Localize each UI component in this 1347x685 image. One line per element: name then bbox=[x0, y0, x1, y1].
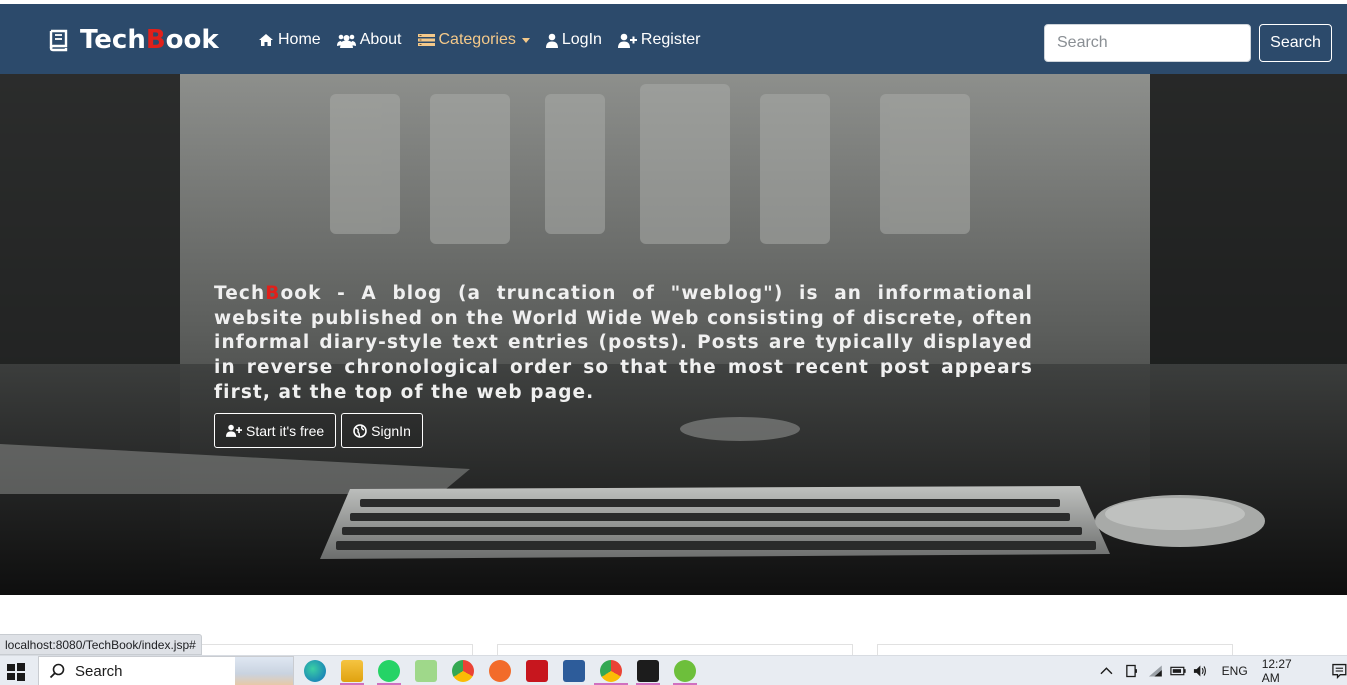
start-free-button[interactable]: Start it's free bbox=[214, 413, 337, 448]
user-icon bbox=[545, 33, 558, 48]
nav-categories-label: Categories bbox=[438, 31, 516, 48]
nav-register[interactable]: Register bbox=[617, 31, 701, 49]
brand-suffix: ook bbox=[165, 25, 219, 55]
globe-icon bbox=[353, 423, 367, 438]
search-input[interactable] bbox=[1044, 24, 1251, 62]
start-free-label: Start it's free bbox=[246, 422, 325, 439]
nav-home[interactable]: Home bbox=[258, 31, 321, 49]
nav-home-label: Home bbox=[278, 31, 321, 48]
notepad-icon[interactable] bbox=[415, 660, 437, 682]
chevron-up-icon[interactable] bbox=[1100, 666, 1113, 676]
brand-prefix: Tech bbox=[80, 25, 146, 55]
users-icon bbox=[336, 34, 356, 48]
chevron-down-icon bbox=[521, 37, 530, 43]
signin-label: SignIn bbox=[371, 422, 411, 439]
user-plus-icon bbox=[617, 33, 637, 48]
notifications-icon[interactable] bbox=[1332, 663, 1347, 679]
hero-text-prefix: Tech bbox=[214, 283, 266, 304]
hero-text-body: ook - A blog (a truncation of "weblog") … bbox=[214, 283, 1033, 403]
user-plus-icon bbox=[226, 424, 242, 437]
acrobat-icon[interactable] bbox=[526, 660, 548, 682]
terminal-icon[interactable] bbox=[637, 660, 659, 682]
hero-description: TechBook - A blog (a truncation of "webl… bbox=[214, 282, 1033, 406]
nav-categories[interactable]: Categories bbox=[417, 31, 530, 49]
app-icon[interactable] bbox=[674, 660, 696, 682]
chrome-active-icon[interactable] bbox=[600, 660, 622, 682]
brand-highlight: B bbox=[145, 25, 166, 55]
nav-login[interactable]: LogIn bbox=[545, 31, 602, 49]
search-button[interactable]: Search bbox=[1259, 24, 1332, 62]
clock[interactable]: 12:27 AM bbox=[1262, 657, 1309, 685]
window-icon[interactable] bbox=[563, 660, 585, 682]
taskbar-search-label: Search bbox=[75, 662, 123, 680]
hero-buttons: Start it's free SignIn bbox=[214, 413, 428, 448]
hero-text-highlight: B bbox=[265, 283, 281, 304]
wifi-icon[interactable] bbox=[1148, 664, 1163, 678]
nav-register-label: Register bbox=[640, 31, 701, 48]
windows-start-icon[interactable] bbox=[6, 662, 26, 682]
system-tray: ENG 12:27 AM bbox=[1100, 656, 1347, 685]
navbar: Tech Book Home About Categories LogIn Re… bbox=[0, 4, 1347, 74]
nav-menu: Home About Categories LogIn Register bbox=[258, 28, 717, 52]
volume-icon[interactable] bbox=[1193, 664, 1208, 678]
nav-about[interactable]: About bbox=[336, 31, 402, 49]
edge-icon[interactable] bbox=[304, 660, 326, 682]
device-icon[interactable] bbox=[1125, 663, 1138, 679]
search-highlight-image bbox=[235, 657, 293, 685]
nav-login-label: LogIn bbox=[561, 31, 602, 48]
home-icon bbox=[259, 34, 273, 46]
book-icon bbox=[49, 29, 68, 52]
hero-banner: TechBook - A blog (a truncation of "webl… bbox=[0, 74, 1347, 595]
search-icon bbox=[49, 663, 65, 679]
taskbar: Search ENG 12:27 AM bbox=[0, 655, 1347, 685]
language-indicator[interactable]: ENG bbox=[1222, 664, 1248, 678]
brave-icon[interactable] bbox=[489, 660, 511, 682]
status-url: localhost:8080/TechBook/index.jsp# bbox=[0, 634, 202, 655]
whatsapp-icon[interactable] bbox=[378, 660, 400, 682]
nav-about-label: About bbox=[359, 31, 402, 48]
chrome-icon[interactable] bbox=[452, 660, 474, 682]
taskbar-search[interactable]: Search bbox=[38, 656, 294, 685]
signin-button[interactable]: SignIn bbox=[341, 413, 423, 448]
file-explorer-icon[interactable] bbox=[341, 660, 363, 682]
categories-icon bbox=[417, 34, 435, 46]
brand-logo[interactable]: Tech Book bbox=[46, 24, 219, 56]
battery-icon[interactable] bbox=[1170, 665, 1187, 677]
